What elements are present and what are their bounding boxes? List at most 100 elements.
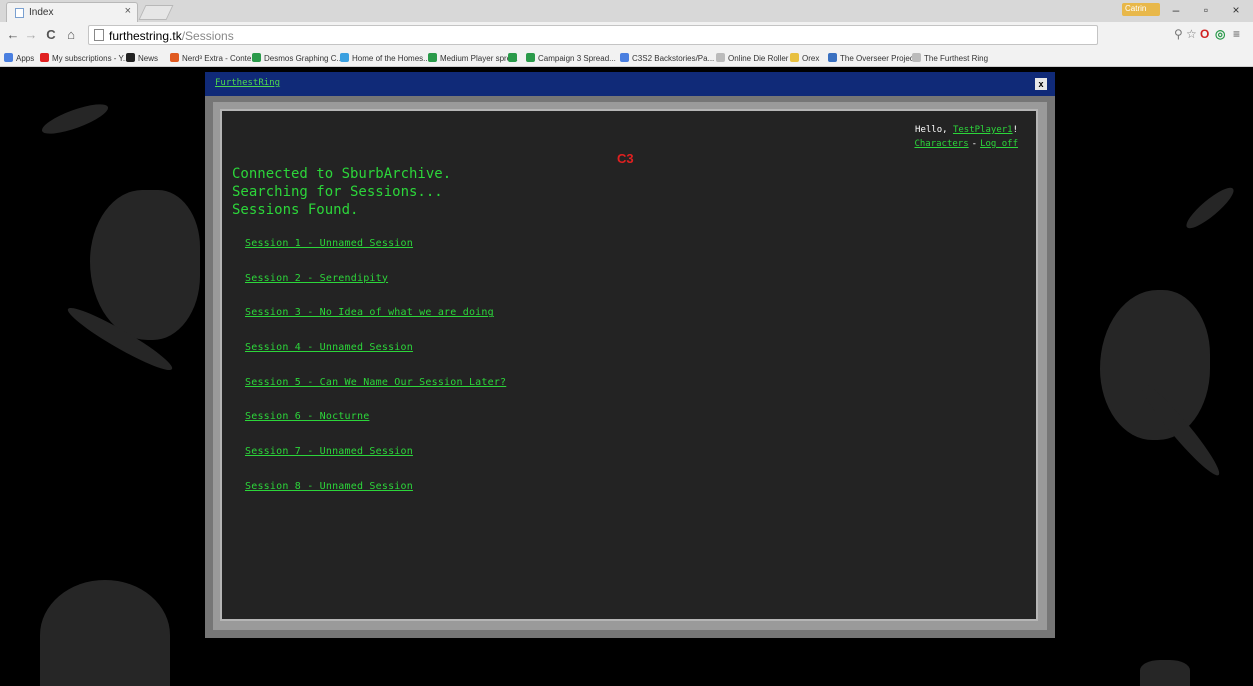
bookmark-label: The Overseer Project: [840, 54, 917, 63]
forward-button[interactable]: →: [24, 27, 38, 42]
bookmark-item[interactable]: C3S2 Backstories/Pa...: [620, 53, 714, 63]
console-line: Searching for Sessions...: [232, 184, 443, 200]
page-icon: [94, 29, 104, 41]
username-link[interactable]: TestPlayer1: [953, 125, 1013, 135]
app-title-link[interactable]: FurthestRing: [215, 78, 280, 88]
bookmark-item[interactable]: Campaign 3 Spread...: [526, 53, 616, 63]
page-favicon-icon: [15, 8, 24, 18]
bookmark-label: News: [138, 54, 159, 63]
list-item: Session 1 - Unnamed Session: [245, 231, 506, 266]
bookmark-icon: [4, 53, 13, 62]
bookmark-item[interactable]: Orex: [790, 53, 819, 63]
logoff-link[interactable]: Log off: [980, 139, 1018, 149]
wallpaper-tentacle: [39, 98, 111, 140]
green-extension-icon[interactable]: ◎: [1215, 27, 1225, 41]
session-link-8[interactable]: Session 8 - Unnamed Session: [245, 481, 413, 492]
bookmark-icon: [912, 53, 921, 62]
url-host: furthestring.tk: [109, 29, 182, 43]
bookmark-item[interactable]: [508, 53, 520, 63]
bookmark-icon: [526, 53, 535, 62]
list-item: Session 4 - Unnamed Session: [245, 335, 506, 370]
bookmark-label: The Furthest Ring: [924, 54, 989, 63]
list-item: Session 2 - Serendipity: [245, 266, 506, 301]
bookmark-item[interactable]: Online Die Roller: [716, 53, 788, 63]
bookmark-icon: [828, 53, 837, 62]
session-link-7[interactable]: Session 7 - Unnamed Session: [245, 446, 413, 457]
app-close-button[interactable]: x: [1035, 78, 1047, 90]
session-link-2[interactable]: Session 2 - Serendipity: [245, 273, 388, 284]
bookmark-item[interactable]: Nerd³ Extra - Conte...: [170, 53, 258, 63]
session-list: Session 1 - Unnamed Session Session 2 - …: [245, 231, 506, 509]
console-line: Sessions Found.: [232, 202, 359, 218]
bookmark-item[interactable]: My subscriptions - Y...: [40, 53, 130, 63]
minimize-button[interactable]: –: [1166, 3, 1186, 17]
greeting: Hello, TestPlayer1!: [915, 125, 1018, 135]
bookmark-star-icon[interactable]: ☆: [1186, 27, 1197, 41]
session-link-5[interactable]: Session 5 - Can We Name Our Session Late…: [245, 377, 506, 388]
bookmark-item[interactable]: Home of the Homes...: [340, 53, 430, 63]
session-link-1[interactable]: Session 1 - Unnamed Session: [245, 238, 413, 249]
menu-icon[interactable]: ≡: [1233, 27, 1240, 41]
bookmark-icon: [40, 53, 49, 62]
app-window: FurthestRing x Hello, TestPlayer1! Chara…: [205, 72, 1055, 638]
maximize-button[interactable]: ▫: [1196, 3, 1216, 17]
browser-tab[interactable]: Index ×: [6, 2, 138, 22]
bookmark-icon: [428, 53, 437, 62]
new-tab-button[interactable]: [138, 5, 174, 20]
bookmark-label: Campaign 3 Spread...: [538, 54, 616, 63]
url-path: /Sessions: [181, 29, 234, 43]
extension-icon[interactable]: ⚲: [1174, 27, 1183, 41]
bookmark-item[interactable]: Desmos Graphing C...: [252, 53, 343, 63]
opera-extension-icon[interactable]: O: [1200, 27, 1209, 41]
bookmarks-bar: Apps My subscriptions - Y... News Nerd³ Ext…: [0, 49, 1253, 67]
browser-tabbar: Index × Catrin – ▫ ×: [0, 0, 1253, 22]
bookmark-item[interactable]: The Furthest Ring: [912, 53, 988, 63]
account-links: Characters - Log off: [914, 139, 1018, 149]
browser-toolbar: ← → C ⌂ furthestring.tk/Sessions ⚲ ☆ O ◎…: [0, 22, 1253, 49]
session-link-6[interactable]: Session 6 - Nocturne: [245, 411, 369, 422]
session-link-4[interactable]: Session 4 - Unnamed Session: [245, 342, 413, 353]
app-body: Hello, TestPlayer1! Characters - Log off C…: [213, 102, 1047, 630]
bookmark-label: Online Die Roller: [728, 54, 789, 63]
bookmark-label: Orex: [802, 54, 820, 63]
bookmark-label: Medium Player spre...: [440, 54, 518, 63]
profile-badge[interactable]: Catrin: [1122, 3, 1160, 16]
wallpaper-tentacle: [1181, 182, 1239, 234]
reload-button[interactable]: C: [44, 27, 58, 42]
bookmark-icon: [716, 53, 725, 62]
console-line: Connected to SburbArchive.: [232, 166, 452, 182]
bookmark-item[interactable]: Medium Player spre...: [428, 53, 518, 63]
bookmark-item[interactable]: News: [126, 53, 158, 63]
bookmark-icon: [508, 53, 517, 62]
greeting-end: !: [1012, 125, 1018, 135]
bookmark-icon: [340, 53, 349, 62]
bookmark-icon: [252, 53, 261, 62]
window-close-button[interactable]: ×: [1226, 3, 1246, 17]
session-link-3[interactable]: Session 3 - No Idea of what we are doing: [245, 307, 494, 318]
bookmark-item[interactable]: The Overseer Project: [828, 53, 916, 63]
wallpaper-creature-bottom-left: [40, 580, 170, 686]
back-button[interactable]: ←: [6, 27, 20, 42]
c3-logo: C3: [617, 151, 634, 166]
bookmark-label: Nerd³ Extra - Conte...: [182, 54, 259, 63]
tab-close-icon[interactable]: ×: [125, 5, 131, 17]
list-item: Session 7 - Unnamed Session: [245, 439, 506, 474]
list-item: Session 5 - Can We Name Our Session Late…: [245, 370, 506, 405]
bookmark-icon: [620, 53, 629, 62]
home-button[interactable]: ⌂: [64, 27, 78, 42]
characters-link[interactable]: Characters: [914, 139, 968, 149]
terminal-panel: Hello, TestPlayer1! Characters - Log off C…: [220, 109, 1038, 621]
bookmark-icon: [170, 53, 179, 62]
list-item: Session 6 - Nocturne: [245, 404, 506, 439]
bookmark-label: C3S2 Backstories/Pa...: [632, 54, 715, 63]
bookmark-icon: [790, 53, 799, 62]
app-titlebar: FurthestRing x: [205, 72, 1055, 96]
bookmark-label: My subscriptions - Y...: [52, 54, 130, 63]
list-item: Session 8 - Unnamed Session: [245, 474, 506, 509]
console-output: Connected to SburbArchive. Searching for…: [232, 165, 451, 219]
list-item: Session 3 - No Idea of what we are doing: [245, 300, 506, 335]
bookmark-label: Desmos Graphing C...: [264, 54, 344, 63]
wallpaper-creature-bottom-right: [1140, 660, 1190, 686]
bookmark-item[interactable]: Apps: [4, 53, 34, 63]
address-bar[interactable]: furthestring.tk/Sessions: [88, 25, 1098, 45]
